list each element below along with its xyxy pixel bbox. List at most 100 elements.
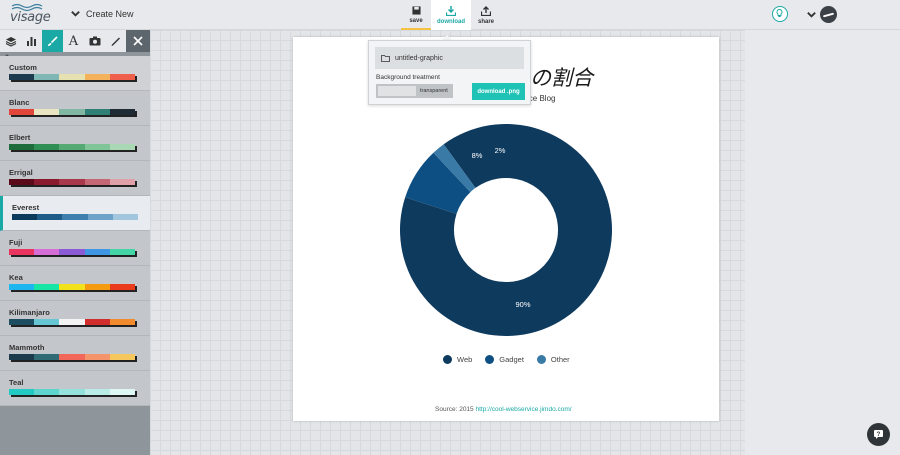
pen-tool[interactable] xyxy=(105,30,126,52)
close-icon xyxy=(133,36,143,46)
theme-swatch xyxy=(109,144,136,150)
theme-item-blanc[interactable]: Blanc xyxy=(0,91,150,126)
theme-swatches xyxy=(9,249,136,255)
close-panel-button[interactable] xyxy=(126,30,150,52)
theme-item-mammoth[interactable]: Mammoth xyxy=(0,336,150,371)
chart-icon xyxy=(27,36,36,46)
theme-swatches xyxy=(9,144,136,150)
theme-swatch xyxy=(9,319,35,325)
legend-label-other: Other xyxy=(550,355,570,364)
theme-item-errigal[interactable]: Errigal xyxy=(0,161,150,196)
theme-name: Mammoth xyxy=(9,343,45,352)
chart-source: Source: 2015 http://cool-webservice.jimd… xyxy=(435,406,572,413)
theme-swatch xyxy=(9,74,35,80)
save-button[interactable]: save xyxy=(401,0,431,30)
account-menu[interactable] xyxy=(806,6,837,23)
logo[interactable]: visage xyxy=(10,10,51,25)
theme-swatch xyxy=(87,214,113,220)
top-bar: visage Create New save download share xyxy=(0,0,900,30)
legend-label-web: Web xyxy=(457,355,473,364)
theme-name: Kilimanjaro xyxy=(9,308,50,317)
lightbulb-icon[interactable] xyxy=(772,6,788,22)
theme-swatch xyxy=(34,179,60,185)
theme-swatch xyxy=(84,249,110,255)
theme-swatch xyxy=(59,319,85,325)
theme-swatch xyxy=(84,354,110,360)
create-new-label: Create New xyxy=(86,8,134,19)
chevron-down-icon xyxy=(71,11,80,17)
theme-item-kea[interactable]: Kea xyxy=(0,266,150,301)
right-panel xyxy=(745,30,900,455)
theme-swatch xyxy=(59,284,85,290)
theme-item-fuji[interactable]: Fuji xyxy=(0,231,150,266)
download-popup: untitled-graphic Background treatment tr… xyxy=(368,40,531,105)
theme-item-teal[interactable]: Teal xyxy=(0,371,150,406)
create-new-menu[interactable]: Create New xyxy=(70,8,134,19)
theme-swatch xyxy=(9,284,35,290)
theme-swatch xyxy=(34,249,60,255)
share-icon xyxy=(481,6,491,16)
download-png-button[interactable]: download .png xyxy=(472,83,525,100)
folder-icon xyxy=(381,54,390,62)
filename-field[interactable]: untitled-graphic xyxy=(375,47,524,69)
pen-icon xyxy=(111,37,120,46)
chevron-down-icon xyxy=(807,12,816,18)
theme-swatches xyxy=(12,214,139,220)
source-link[interactable]: http://cool-webservice.jimdo.com/ xyxy=(475,406,571,413)
theme-swatch xyxy=(84,179,110,185)
theme-swatch xyxy=(109,74,136,80)
theme-list: Custom Blanc Elbert Errigal Everest Fuji Kea Ki… xyxy=(0,56,150,406)
brush-icon xyxy=(48,35,58,46)
image-tool[interactable] xyxy=(84,30,105,52)
sidebar-toolbar: A xyxy=(0,30,150,52)
theme-swatch xyxy=(84,74,110,80)
theme-name: Blanc xyxy=(9,98,30,107)
slice-web[interactable] xyxy=(358,82,654,378)
theme-swatch xyxy=(84,144,110,150)
save-icon xyxy=(411,6,421,15)
legend-swatch-web xyxy=(443,355,452,364)
theme-item-custom[interactable]: Custom xyxy=(0,56,150,91)
theme-swatch xyxy=(34,74,60,80)
svg-text:?: ? xyxy=(877,432,881,438)
theme-item-kilimanjaro[interactable]: Kilimanjaro xyxy=(0,301,150,336)
theme-name: Everest xyxy=(12,203,40,212)
camera-icon xyxy=(89,36,100,46)
theme-swatch xyxy=(84,109,110,115)
legend-swatch-gadget xyxy=(485,355,495,364)
help-chat-icon: ? xyxy=(874,430,883,439)
theme-swatch xyxy=(109,179,136,185)
share-button[interactable]: share xyxy=(471,0,501,30)
theme-swatch xyxy=(34,109,60,115)
theme-swatch xyxy=(109,284,136,290)
theme-item-elbert[interactable]: Elbert xyxy=(0,126,150,161)
legend-item-web: Web xyxy=(443,355,472,364)
theme-swatch xyxy=(59,249,85,255)
text-tool[interactable]: A xyxy=(63,30,84,52)
theme-swatch xyxy=(109,249,136,255)
chart-subtitle[interactable]: ice Blog xyxy=(527,94,555,103)
help-button[interactable]: ? xyxy=(867,423,890,446)
theme-swatch xyxy=(84,284,110,290)
theme-swatch xyxy=(9,389,35,395)
theme-swatch xyxy=(112,214,139,220)
background-treatment-toggle[interactable]: transparent xyxy=(376,84,453,98)
sidebar: A Custom Blanc Elbert Errigal Everest Fuji Kea… xyxy=(0,30,150,455)
chart-tool[interactable] xyxy=(21,30,42,52)
legend-item-other: Other xyxy=(536,355,570,364)
theme-item-everest[interactable]: Everest xyxy=(0,196,150,231)
share-label: share xyxy=(477,19,494,25)
source-prefix: Source: 2015 xyxy=(435,406,474,413)
theme-swatches xyxy=(9,109,136,115)
theme-swatch xyxy=(84,389,110,395)
chart-legend: Web Gadget Other xyxy=(443,355,570,364)
theme-swatch xyxy=(34,389,60,395)
theme-swatch xyxy=(59,74,85,80)
filename-value: untitled-graphic xyxy=(395,54,443,62)
download-button[interactable]: download xyxy=(431,0,471,30)
brush-tool[interactable] xyxy=(42,30,63,52)
theme-swatches xyxy=(9,354,136,360)
chart-title[interactable]: の割合 xyxy=(530,62,593,92)
bulb-glyph xyxy=(776,9,783,17)
layers-tool[interactable] xyxy=(0,30,21,52)
